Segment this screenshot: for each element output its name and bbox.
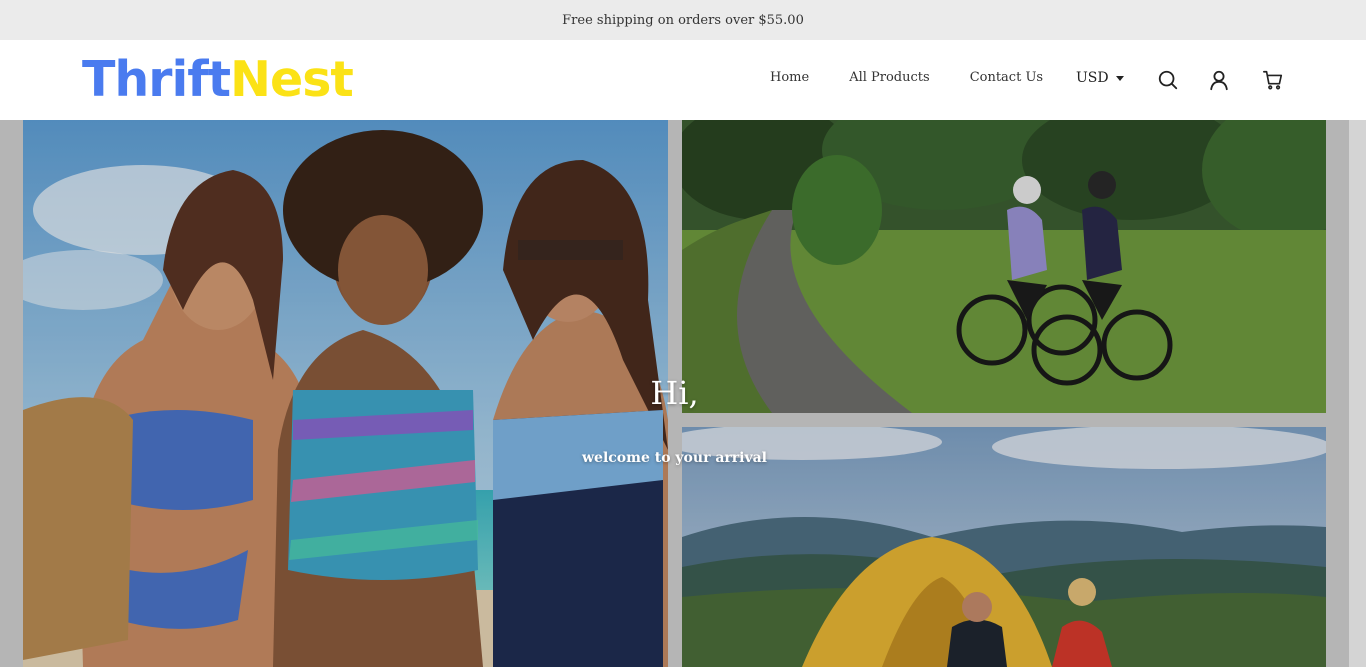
hero-heading: Hi,	[650, 374, 699, 412]
nav-all-products[interactable]: All Products	[849, 70, 930, 85]
nav-contact-us[interactable]: Contact Us	[970, 70, 1043, 85]
cart-icon[interactable]	[1262, 69, 1284, 91]
logo-part-2: Nest	[230, 51, 354, 108]
logo-part-1: Thrift	[82, 51, 231, 108]
main-nav: Home All Products Contact Us	[770, 70, 1043, 85]
site-header: ThriftNest Home All Products Contact Us …	[0, 40, 1366, 120]
scrollbar-track[interactable]	[1349, 120, 1366, 667]
nav-home[interactable]: Home	[770, 70, 809, 85]
chevron-down-icon	[1115, 76, 1124, 81]
cycling-image[interactable]	[682, 120, 1326, 413]
search-icon[interactable]	[1157, 69, 1179, 91]
user-icon[interactable]	[1208, 69, 1230, 91]
announcement-text: Free shipping on orders over $55.00	[562, 12, 804, 28]
announcement-bar: Free shipping on orders over $55.00	[0, 0, 1366, 40]
hero-banner: Hi, welcome to your arrival	[0, 120, 1366, 667]
currency-value: USD	[1076, 70, 1109, 86]
currency-selector[interactable]: USD	[1076, 70, 1124, 86]
brand-logo[interactable]: ThriftNest	[82, 51, 354, 108]
hero-subheading: welcome to your arrival	[582, 450, 767, 466]
